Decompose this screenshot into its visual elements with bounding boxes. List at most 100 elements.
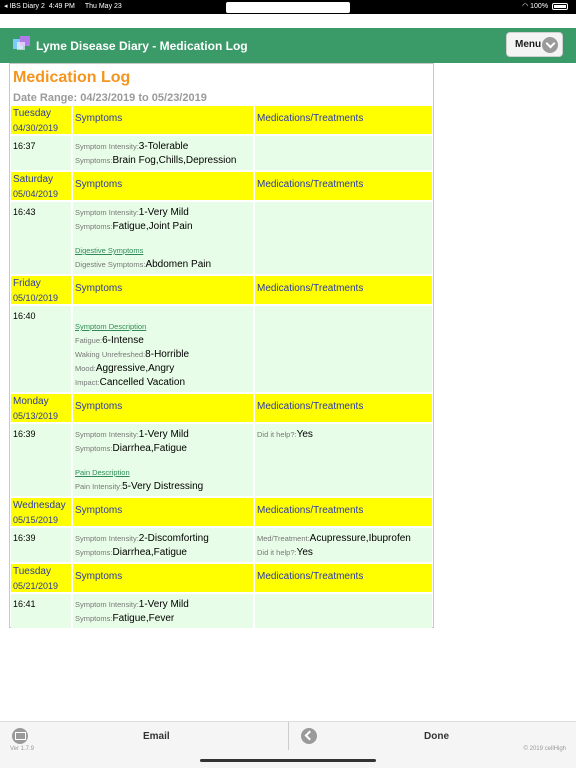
field-value: Cancelled Vacation — [99, 377, 186, 388]
section-heading: Pain Description — [75, 465, 251, 479]
field-value: Diarrhea,Fatigue — [112, 547, 187, 558]
field-line: Symptom Intensity:1-Very Mild — [75, 205, 251, 219]
copyright-label: © 2019 cellHigh — [523, 746, 566, 752]
meds-header-label: Medications/Treatments — [257, 113, 364, 124]
field-label: Symptoms: — [75, 222, 113, 231]
symptoms-header: Symptoms — [73, 564, 255, 592]
field-label: Symptom Intensity: — [75, 142, 139, 151]
symptoms-cell: Symptom Intensity:1-Very Mild Symptoms:Di… — [73, 424, 255, 496]
symptoms-header: Symptoms — [73, 276, 255, 304]
entry-date: 05/15/2019 — [13, 515, 59, 525]
entry-time: 16:43 — [11, 202, 73, 274]
meds-cell — [255, 136, 432, 170]
entry-date: 05/04/2019 — [13, 189, 59, 199]
entry-row[interactable]: 16:40 Symptom Description Fatigue:6-Intens… — [11, 306, 432, 394]
day-header-row: Saturday 05/04/2019 Symptoms Medications/Tr… — [11, 172, 432, 202]
title-bar: Lyme Disease Diary - Medication Log — [0, 28, 576, 63]
field-label: Symptoms: — [75, 444, 113, 453]
entry-time: 16:39 — [11, 528, 73, 562]
symptoms-cell: Symptom Intensity:1-Very Mild Symptoms:Fa… — [73, 202, 255, 274]
back-to-app-link[interactable]: ◂ IBS Diary 2 — [4, 3, 45, 10]
field-value: Aggressive,Angry — [95, 363, 175, 374]
day-cell: Monday 05/13/2019 — [11, 394, 73, 422]
entry-row[interactable]: 16:39 Symptom Intensity:2-Discomforting Sy… — [11, 528, 432, 564]
field-line: Impact:Cancelled Vacation — [75, 375, 251, 389]
meds-cell — [255, 202, 432, 274]
meds-header-label: Medications/Treatments — [257, 179, 364, 190]
page-title: Lyme Disease Diary - Medication Log — [36, 39, 248, 53]
entry-time: 16:37 — [11, 136, 73, 170]
meds-cell — [255, 594, 432, 628]
field-value: Fatigue,Joint Pain — [112, 221, 193, 232]
symptoms-header: Symptoms — [73, 106, 255, 134]
entries-table: Tuesday 04/30/2019 Symptoms Medications/Tre… — [11, 106, 432, 630]
field-line: Symptoms:Diarrhea,Fatigue — [75, 441, 251, 455]
meds-cell: Did it help?:Yes — [255, 424, 432, 496]
symptoms-header-label: Symptoms — [75, 113, 123, 124]
meds-header-label: Medications/Treatments — [257, 283, 364, 294]
field-line: Waking Unrefreshed:8-Horrible — [75, 347, 251, 361]
status-date: Thu May 23 — [84, 3, 122, 10]
section-heading-link[interactable]: Digestive Symptoms — [75, 246, 143, 255]
entry-row[interactable]: 16:39 Symptom Intensity:1-Very Mild Sympto… — [11, 424, 432, 498]
field-value: Brain Fog,Chills,Depression — [112, 155, 237, 166]
symptoms-header: Symptoms — [73, 172, 255, 200]
field-label: Did it help?: — [257, 548, 297, 557]
entry-date: 05/21/2019 — [13, 581, 59, 591]
entry-time: 16:39 — [11, 424, 73, 496]
symptoms-cell: Symptom Intensity:1-Very Mild Symptoms:Fa… — [73, 594, 255, 628]
entry-date: 04/30/2019 — [13, 123, 59, 133]
menu-label: Menu — [515, 39, 542, 50]
day-cell: Saturday 05/04/2019 — [11, 172, 73, 200]
entry-row[interactable]: 16:37 Symptom Intensity:3-Tolerable Sympto… — [11, 136, 432, 172]
field-value: Yes — [296, 547, 313, 558]
field-value: 8-Horrible — [145, 349, 190, 360]
meds-header: Medications/Treatments — [255, 564, 432, 592]
symptoms-cell: Symptom Intensity:3-Tolerable Symptoms:Br… — [73, 136, 255, 170]
section-heading: Digestive Symptoms — [75, 243, 251, 257]
entry-date: 05/13/2019 — [13, 411, 59, 421]
date-range: Date Range: 04/23/2019 to 05/23/2019 — [13, 92, 207, 104]
field-label: Waking Unrefreshed: — [75, 350, 146, 359]
field-line: Digestive Symptoms:Abdomen Pain — [75, 257, 251, 271]
symptoms-header-label: Symptoms — [75, 179, 123, 190]
section-heading-link[interactable]: Symptom Description — [75, 322, 146, 331]
field-label: Digestive Symptoms: — [75, 260, 146, 269]
entry-row[interactable]: 16:43 Symptom Intensity:1-Very Mild Sympto… — [11, 202, 432, 276]
section-heading-link[interactable]: Pain Description — [75, 468, 130, 477]
field-value: Diarrhea,Fatigue — [112, 443, 187, 454]
entry-time: 16:41 — [11, 594, 73, 628]
meds-header: Medications/Treatments — [255, 394, 432, 422]
entry-row[interactable]: 16:41 Symptom Intensity:1-Very Mild Sympto… — [11, 594, 432, 630]
field-value: 5-Very Distressing — [122, 481, 204, 492]
day-cell: Tuesday 04/30/2019 — [11, 106, 73, 134]
symptoms-header-label: Symptoms — [75, 401, 123, 412]
field-line: Fatigue:6-Intense — [75, 333, 251, 347]
email-button[interactable]: Email — [0, 722, 288, 750]
mail-icon — [12, 728, 28, 744]
meds-header: Medications/Treatments — [255, 172, 432, 200]
field-line: Mood:Aggressive,Angry — [75, 361, 251, 375]
entry-day: Tuesday — [13, 108, 51, 119]
meds-header-label: Medications/Treatments — [257, 571, 364, 582]
field-value: 6-Intense — [102, 335, 144, 346]
field-label: Pain Intensity: — [75, 482, 123, 491]
symptoms-header-label: Symptoms — [75, 571, 123, 582]
field-line: Symptoms:Diarrhea,Fatigue — [75, 545, 251, 559]
field-label: Fatigue: — [75, 336, 103, 345]
battery-icon — [552, 2, 568, 10]
meds-cell: Med/Treatment:Acupressure,Ibuprofen Did i… — [255, 528, 432, 562]
entry-day: Tuesday — [13, 566, 51, 577]
field-line: Symptom Intensity:1-Very Mild — [75, 427, 251, 441]
field-label: Symptom Intensity: — [75, 430, 139, 439]
email-label: Email — [143, 731, 170, 742]
day-cell: Friday 05/10/2019 — [11, 276, 73, 304]
version-label: Ver 1.7.9 — [10, 746, 35, 752]
symptoms-header: Symptoms — [73, 498, 255, 526]
symptoms-header-label: Symptoms — [75, 505, 123, 516]
back-arrow-icon — [301, 728, 317, 744]
menu-button[interactable]: Menu — [506, 32, 563, 57]
